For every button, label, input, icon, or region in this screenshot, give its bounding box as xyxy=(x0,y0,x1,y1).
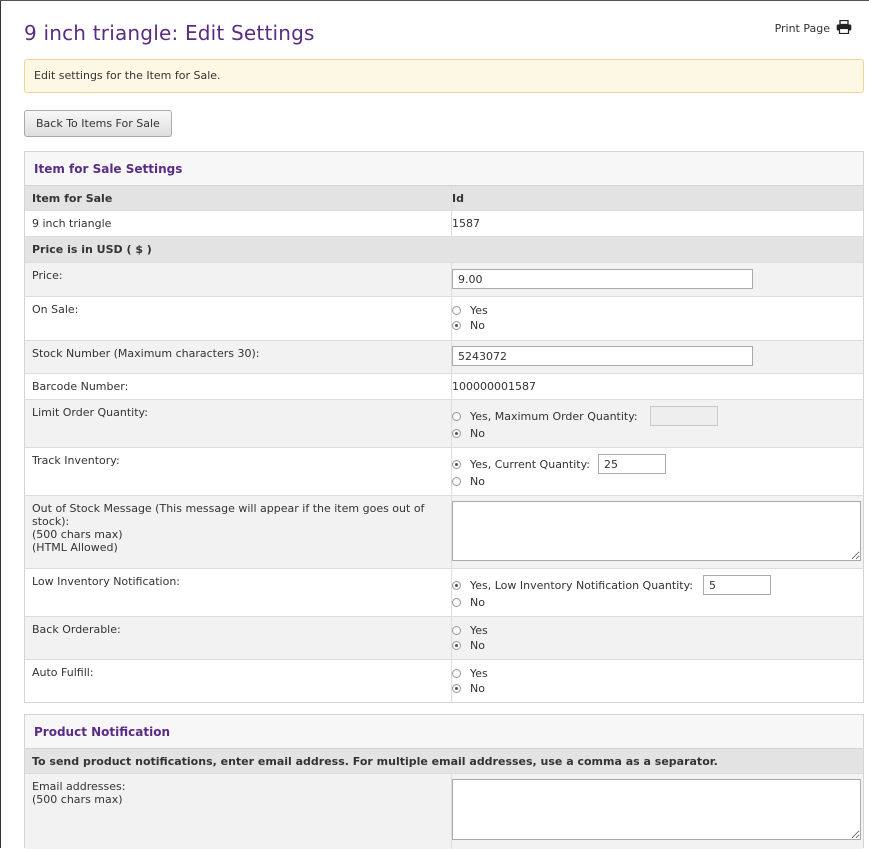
low-inventory-no-radio[interactable] xyxy=(452,598,461,607)
notification-instruction-row: To send product notifications, enter ema… xyxy=(25,749,863,774)
limit-yes-radio[interactable] xyxy=(452,411,461,421)
track-inventory-row: Track Inventory: Yes, Current Quantity: … xyxy=(25,448,863,496)
barcode-row: Barcode Number: 100000001587 xyxy=(25,374,863,400)
low-inventory-quantity-input[interactable] xyxy=(703,575,771,595)
col-id-header: Id xyxy=(452,192,464,205)
stock-number-label: Stock Number (Maximum characters 30): xyxy=(25,341,452,373)
back-orderable-no-radio[interactable] xyxy=(452,641,461,650)
limit-order-row: Limit Order Quantity: Yes, Maximum Order… xyxy=(25,400,863,448)
stock-number-row: Stock Number (Maximum characters 30): xyxy=(25,341,863,374)
low-inventory-yes-radio[interactable] xyxy=(452,580,461,590)
price-note-row: Price is in USD ( $ ) xyxy=(25,237,863,263)
printer-icon xyxy=(836,19,852,37)
auto-fulfill-label: Auto Fulfill: xyxy=(25,660,452,702)
print-page-label: Print Page xyxy=(774,22,830,35)
limit-order-label: Limit Order Quantity: xyxy=(25,400,452,447)
window-border-left xyxy=(0,0,1,848)
track-no-radio[interactable] xyxy=(452,477,461,486)
track-inventory-label: Track Inventory: xyxy=(25,448,452,495)
on-sale-row: On Sale: Yes No xyxy=(25,297,863,341)
on-sale-yes-radio[interactable] xyxy=(452,306,461,315)
notification-instruction: To send product notifications, enter ema… xyxy=(32,755,718,768)
out-of-stock-html-note: (HTML Allowed) xyxy=(32,541,118,554)
info-alert: Edit settings for the Item for Sale. xyxy=(24,59,864,93)
low-inventory-label: Low Inventory Notification: xyxy=(25,569,452,616)
email-addresses-textarea[interactable] xyxy=(452,779,861,840)
limit-yes-label: Yes, Maximum Order Quantity: xyxy=(470,409,638,423)
item-settings-panel: Item for Sale Settings Item for Sale Id … xyxy=(24,151,864,703)
out-of-stock-max-note: (500 chars max) xyxy=(32,528,123,541)
low-inventory-yes-label: Yes, Low Inventory Notification Quantity… xyxy=(470,578,693,592)
stock-number-input[interactable] xyxy=(452,346,753,366)
barcode-value: 100000001587 xyxy=(452,380,536,393)
limit-no-radio[interactable] xyxy=(452,429,461,438)
product-notification-panel: Product Notification To send product not… xyxy=(24,714,864,849)
on-sale-yes-label: Yes xyxy=(470,304,488,317)
email-max-note: (500 chars max) xyxy=(32,793,123,806)
track-yes-label: Yes, Current Quantity: xyxy=(470,457,591,471)
auto-fulfill-yes-radio[interactable] xyxy=(452,669,461,678)
track-yes-radio[interactable] xyxy=(452,459,461,469)
auto-fulfill-no-label: No xyxy=(470,682,485,695)
window-border-top xyxy=(0,0,869,1)
settings-header-row: Item for Sale Id xyxy=(25,186,863,211)
email-addresses-row: Email addresses: (500 chars max) xyxy=(25,774,863,849)
on-sale-label: On Sale: xyxy=(25,297,452,340)
email-addresses-label: Email addresses: xyxy=(32,780,126,793)
price-currency-note: Price is in USD ( $ ) xyxy=(32,243,152,256)
out-of-stock-label: Out of Stock Message (This message will … xyxy=(32,502,425,528)
auto-fulfill-yes-label: Yes xyxy=(470,667,488,680)
back-orderable-no-label: No xyxy=(470,639,485,652)
current-quantity-input[interactable] xyxy=(598,454,667,474)
auto-fulfill-row: Auto Fulfill: Yes No xyxy=(25,660,863,702)
back-orderable-label: Back Orderable: xyxy=(25,617,452,659)
on-sale-no-radio[interactable] xyxy=(452,321,461,330)
on-sale-no-label: No xyxy=(470,319,485,332)
barcode-label: Barcode Number: xyxy=(25,374,452,399)
price-row: Price: xyxy=(25,263,863,297)
max-order-quantity-input[interactable] xyxy=(649,406,718,426)
item-info-row: 9 inch triangle 1587 xyxy=(25,211,863,237)
item-name: 9 inch triangle xyxy=(25,211,452,236)
out-of-stock-row: Out of Stock Message (This message will … xyxy=(25,496,863,569)
price-label: Price: xyxy=(25,263,452,296)
low-inventory-no-label: No xyxy=(470,596,485,609)
back-orderable-row: Back Orderable: Yes No xyxy=(25,617,863,660)
auto-fulfill-no-radio[interactable] xyxy=(452,684,461,693)
out-of-stock-message-textarea[interactable] xyxy=(452,501,861,561)
item-id: 1587 xyxy=(452,217,480,230)
back-to-items-button[interactable]: Back To Items For Sale xyxy=(24,110,172,137)
back-orderable-yes-radio[interactable] xyxy=(452,626,461,635)
item-settings-title: Item for Sale Settings xyxy=(25,152,863,186)
print-page-link[interactable]: Print Page xyxy=(774,19,852,37)
col-item-header: Item for Sale xyxy=(25,186,452,210)
back-orderable-yes-label: Yes xyxy=(470,624,488,637)
track-no-label: No xyxy=(470,475,485,488)
page-title: 9 inch triangle: Edit Settings xyxy=(24,21,315,45)
product-notification-title: Product Notification xyxy=(25,715,863,749)
limit-no-label: No xyxy=(470,427,485,440)
low-inventory-row: Low Inventory Notification: Yes, Low Inv… xyxy=(25,569,863,617)
price-input[interactable] xyxy=(452,269,753,289)
